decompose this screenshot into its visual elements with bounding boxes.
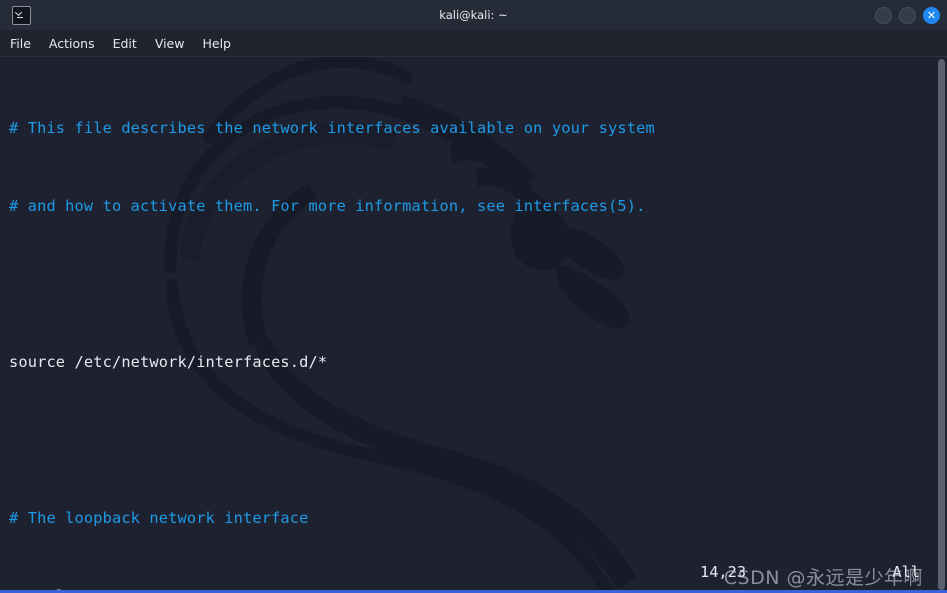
terminal-line: # The loopback network interface [9, 509, 309, 527]
menu-item-edit[interactable]: Edit [113, 36, 137, 51]
terminal-line: # and how to activate them. For more inf… [9, 197, 646, 215]
menu-item-file[interactable]: File [10, 36, 31, 51]
menu-item-actions[interactable]: Actions [49, 36, 95, 51]
window-controls: ✕ [875, 0, 940, 30]
vim-status-line: 14,23 All [0, 563, 947, 589]
terminal-body[interactable]: # This file describes the network interf… [0, 57, 947, 593]
scrollbar-thumb[interactable] [938, 59, 945, 590]
menubar: File Actions Edit View Help [0, 30, 947, 57]
close-button[interactable]: ✕ [923, 6, 940, 24]
menu-item-view[interactable]: View [155, 36, 185, 51]
terminal-scrollbar[interactable] [938, 57, 945, 593]
menu-item-help[interactable]: Help [202, 36, 231, 51]
terminal-window: kali@kali: ~ ✕ File Actions Edit View He… [0, 0, 947, 593]
titlebar[interactable]: kali@kali: ~ ✕ [0, 0, 947, 30]
scroll-position-indicator: All [892, 563, 920, 581]
cursor-position-indicator: 14,23 [700, 563, 747, 581]
terminal-line: # This file describes the network interf… [9, 119, 655, 137]
maximize-button[interactable] [899, 6, 916, 24]
window-title: kali@kali: ~ [439, 8, 508, 22]
terminal-icon [12, 5, 31, 25]
terminal-text: # This file describes the network interf… [9, 63, 935, 593]
terminal-line: source /etc/network/interfaces.d/* [9, 353, 328, 371]
minimize-button[interactable] [875, 6, 892, 24]
